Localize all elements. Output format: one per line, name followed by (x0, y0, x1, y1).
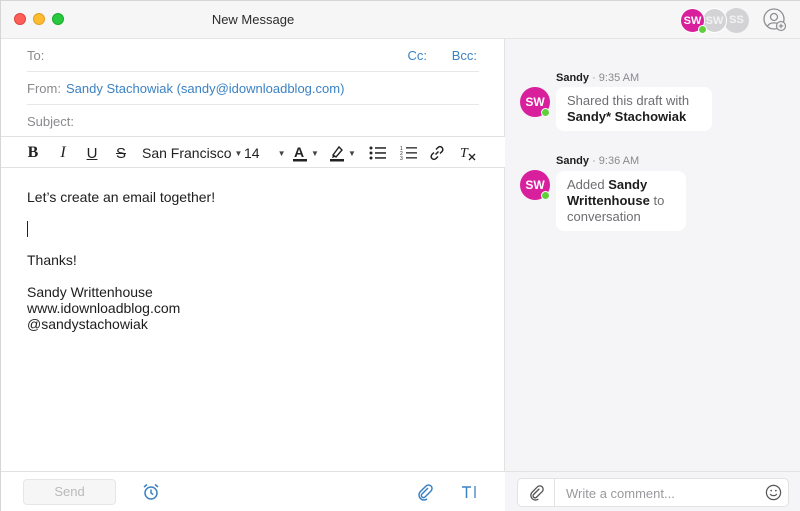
numbered-list-icon[interactable]: 123 (400, 143, 418, 163)
font-name: San Francisco (142, 145, 232, 161)
font-size-value: 14 (244, 145, 260, 161)
conversation-pane (505, 1, 800, 511)
cc-button[interactable]: Cc: (408, 48, 428, 63)
text-cursor (27, 221, 28, 237)
bold-icon[interactable]: B (25, 143, 41, 163)
send-button[interactable]: Send (23, 479, 116, 505)
message-author: Sandy (556, 155, 590, 167)
comment-bar (505, 471, 800, 511)
collaborator-avatar[interactable]: SS (724, 8, 749, 33)
chevron-down-icon: ▼ (277, 148, 286, 158)
emoji-icon[interactable] (765, 484, 782, 506)
message-meta: Sandy · 9:36 AM (556, 155, 640, 167)
message-text: to (653, 193, 665, 208)
message-time: 9:35 AM (598, 72, 640, 84)
bulleted-list-icon[interactable] (369, 143, 387, 163)
comment-input[interactable] (566, 483, 756, 503)
svg-text:A: A (294, 144, 304, 160)
online-status-dot (698, 25, 707, 34)
title-bar: New Message (1, 1, 505, 39)
format-toolbar: B I U S San Francisco ▼ 14 ▼ A ▼ ▼ 123 T (1, 136, 505, 168)
highlight-icon[interactable]: ▼ (329, 143, 356, 163)
svg-text:3: 3 (400, 156, 403, 161)
text-color-icon[interactable]: A ▼ (292, 143, 319, 163)
paperclip-icon[interactable] (416, 483, 434, 506)
to-label: To: (27, 48, 45, 63)
chevron-down-icon: ▼ (311, 148, 319, 158)
from-account-selector[interactable]: Sandy Stachowiak (sandy@idownloadblog.co… (66, 81, 344, 96)
comment-box (517, 478, 789, 507)
divider (554, 479, 555, 506)
message-text: Shared this draft with (567, 93, 690, 108)
message-time: 9:36 AM (598, 155, 640, 167)
add-collaborator-icon[interactable] (763, 8, 787, 32)
italic-icon[interactable]: I (55, 143, 71, 163)
body-line: Thanks! (27, 252, 77, 268)
signature-line: Sandy Writtenhouse (27, 284, 153, 300)
compose-pane: New Message To: Cc: Bcc: From: Sandy Sta… (1, 1, 505, 511)
strikethrough-icon[interactable]: S (113, 143, 129, 163)
chevron-down-icon: ▼ (234, 148, 243, 158)
font-family-dropdown[interactable]: San Francisco ▼ (142, 143, 242, 163)
online-status-dot (541, 191, 550, 200)
message-text: conversation (567, 209, 641, 224)
online-status-dot (541, 108, 550, 117)
body-line: Let’s create an email together! (27, 189, 216, 205)
link-icon[interactable] (429, 143, 445, 163)
clear-format-icon[interactable]: T (459, 143, 477, 163)
message-bubble: Shared this draft with Sandy* Stachowiak (556, 87, 712, 131)
window-title: New Message (211, 12, 295, 27)
message-mention: Sandy* Stachowiak (567, 109, 687, 124)
alarm-clock-icon[interactable] (142, 483, 160, 506)
to-field[interactable]: To: Cc: Bcc: (27, 39, 479, 72)
chevron-down-icon: ▼ (348, 148, 356, 158)
from-field[interactable]: From: Sandy Stachowiak (sandy@idownloadb… (27, 72, 479, 105)
signature-line: www.idownloadblog.com (27, 300, 181, 316)
message-author: Sandy (556, 72, 590, 84)
subject-field[interactable]: Subject: (27, 105, 479, 138)
text-format-icon[interactable] (461, 483, 479, 506)
from-label: From: (27, 81, 61, 96)
underline-icon[interactable]: U (84, 143, 100, 163)
message-text: Added (567, 177, 605, 192)
message-bubble: Added Sandy Writtenhouse to conversation (556, 171, 686, 231)
paperclip-icon[interactable] (528, 484, 545, 506)
signature-line: @sandystachowiak (27, 316, 148, 332)
bcc-button[interactable]: Bcc: (452, 48, 477, 63)
collaborators-bar (505, 1, 800, 39)
window: New Message To: Cc: Bcc: From: Sandy Sta… (0, 0, 800, 511)
svg-text:T: T (460, 146, 469, 161)
compose-footer: Send (1, 471, 505, 511)
message-meta: Sandy · 9:35 AM (556, 72, 640, 84)
font-size-dropdown[interactable]: 14 ▼ (244, 143, 286, 163)
subject-label: Subject: (27, 114, 74, 129)
